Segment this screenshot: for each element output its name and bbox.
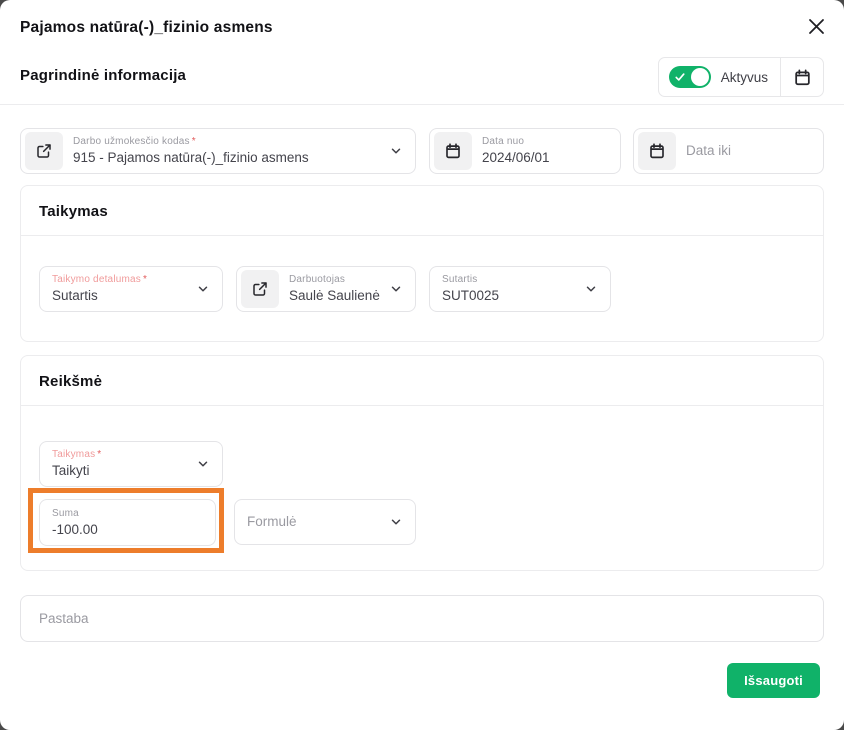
field-label: Data nuo [482,136,608,148]
formula-select[interactable]: Formulė [234,499,416,545]
page-section-title: Pagrindinė informacija [20,67,186,84]
dialog: Pajamos natūra(-)_fizinio asmens Pagrind… [0,0,844,730]
field-label: Sutartis [442,274,576,286]
toggle-switch-icon [669,66,711,88]
field-label: Suma [52,508,203,520]
active-toggle[interactable]: Aktyvus [659,58,780,96]
required-asterisk: * [192,136,196,147]
amount-input[interactable] [52,522,203,537]
field-value: 2024/06/01 [482,150,608,166]
calendar-icon [793,68,812,87]
required-asterisk: * [143,274,147,285]
field-label: Taikymas* [52,449,188,461]
divider [21,405,823,406]
divider [21,235,823,236]
application-detail-select[interactable]: Taikymo detalumas* Sutartis [39,266,223,312]
field-value: SUT0025 [442,288,576,304]
section-taikymas: Taikymas Taikymo detalumas* Sutartis Dar… [20,185,824,342]
calendar-button[interactable] [781,58,823,96]
date-to-field[interactable]: Data iki [633,128,824,174]
active-toggle-label: Aktyvus [721,70,768,85]
dialog-title: Pajamos natūra(-)_fizinio asmens [20,19,273,37]
wage-code-select[interactable]: Darbo užmokesčio kodas* 915 - Pajamos na… [20,128,416,174]
chevron-down-icon [389,515,403,529]
date-from-field[interactable]: Data nuo 2024/06/01 [429,128,621,174]
calendar-icon [638,132,676,170]
external-link-icon[interactable] [241,270,279,308]
field-label: Darbo užmokesčio kodas* [73,136,381,148]
field-label: Taikymo detalumas* [52,274,188,286]
field-value: Saulė Saulienė [289,288,381,304]
field-placeholder: Data iki [686,143,811,159]
field-placeholder: Formulė [247,514,381,530]
chevron-down-icon [584,282,598,296]
chevron-down-icon [389,282,403,296]
field-value: Taikyti [52,463,188,479]
active-control-group: Aktyvus [658,57,824,97]
amount-input-field[interactable]: Suma [39,499,216,546]
divider [0,104,844,105]
section-reiksme: Reikšmė Taikymas* Taikyti Suma Formulė [20,355,824,571]
close-button[interactable] [804,14,828,38]
field-label: Darbuotojas [289,274,381,286]
close-icon [808,18,825,35]
section-title: Taikymas [21,186,823,235]
contract-select[interactable]: Sutartis SUT0025 [429,266,611,312]
save-button[interactable]: Išsaugoti [727,663,820,698]
required-asterisk: * [97,449,101,460]
apply-select[interactable]: Taikymas* Taikyti [39,441,223,487]
note-input[interactable] [21,611,823,626]
chevron-down-icon [196,282,210,296]
field-value: 915 - Pajamos natūra(-)_fizinio asmens [73,150,381,166]
note-field [20,595,824,642]
employee-select[interactable]: Darbuotojas Saulė Saulienė [236,266,416,312]
check-icon [675,72,685,82]
field-value: Sutartis [52,288,188,304]
chevron-down-icon [196,457,210,471]
section-title: Reikšmė [21,356,823,405]
external-link-icon[interactable] [25,132,63,170]
calendar-icon [434,132,472,170]
chevron-down-icon [389,144,403,158]
